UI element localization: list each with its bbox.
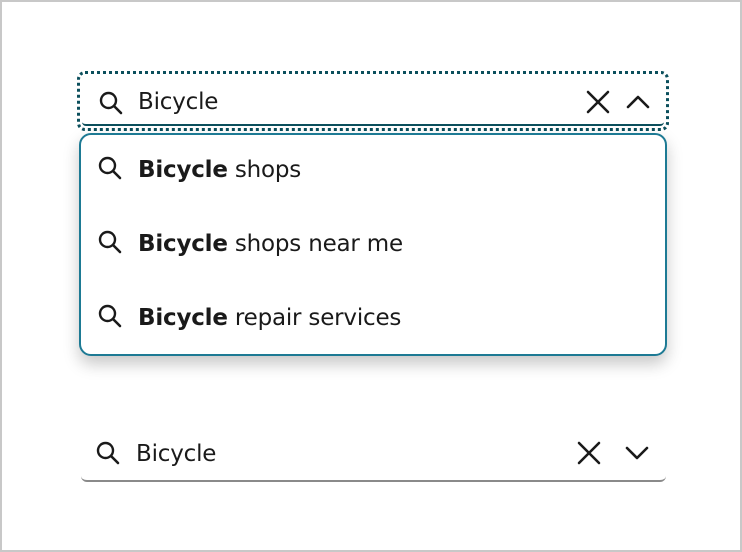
suggestion-option[interactable]: Bicycle repair services	[81, 289, 665, 349]
combobox-collapsed[interactable]: Bicycle	[81, 427, 666, 482]
combobox-expanded[interactable]: Bicycle	[77, 71, 669, 131]
chevron-up-icon	[626, 95, 650, 109]
suggestion-option[interactable]: Bicycle shops	[81, 141, 665, 201]
suggestion-match: Bicycle	[138, 305, 228, 331]
suggestion-rest: shops near me	[227, 231, 403, 257]
suggestion-match: Bicycle	[138, 231, 228, 257]
search-icon	[98, 304, 122, 328]
suggestions-listbox: Bicycle shops Bicycle shops near me Bicy…	[79, 133, 667, 356]
suggestion-label: Bicycle shops near me	[138, 231, 403, 257]
search-icon	[98, 230, 122, 254]
suggestion-label: Bicycle repair services	[138, 305, 401, 331]
clear-button[interactable]	[573, 437, 605, 469]
suggestion-option[interactable]: Bicycle shops near me	[81, 215, 665, 275]
collapse-toggle-button[interactable]	[622, 86, 654, 118]
search-icon	[99, 91, 123, 115]
combobox-expanded-value[interactable]: Bicycle	[138, 89, 218, 115]
clear-button[interactable]	[582, 86, 614, 118]
suggestion-rest: repair services	[227, 305, 402, 331]
search-icon	[98, 156, 122, 180]
combobox-collapsed-value[interactable]: Bicycle	[136, 441, 216, 467]
page-frame: Bicycle Bicycle shops Bicycle shops near…	[0, 0, 742, 552]
close-icon	[586, 90, 610, 114]
combobox-expanded-field[interactable]: Bicycle	[82, 76, 664, 126]
suggestion-label: Bicycle shops	[138, 157, 301, 183]
expand-toggle-button[interactable]	[621, 437, 653, 469]
suggestion-rest: shops	[227, 157, 302, 183]
search-icon	[96, 441, 120, 465]
suggestion-match: Bicycle	[138, 157, 228, 183]
close-icon	[577, 441, 601, 465]
chevron-down-icon	[625, 446, 649, 460]
